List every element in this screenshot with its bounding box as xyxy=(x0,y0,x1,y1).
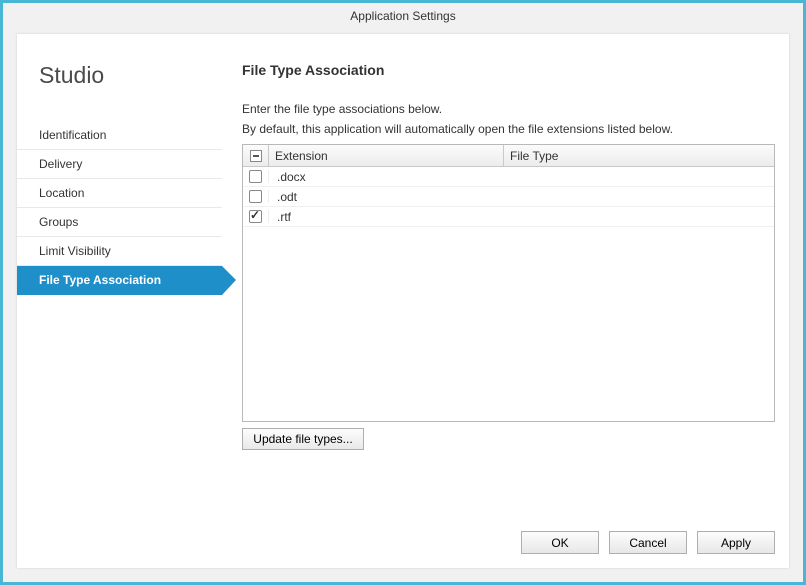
row-checkbox-cell[interactable] xyxy=(243,190,269,203)
sidebar: Studio Identification Delivery Location … xyxy=(17,34,222,568)
row-checkbox-cell[interactable] xyxy=(243,170,269,183)
column-header-label: Extension xyxy=(275,149,328,163)
column-header-filetype[interactable]: File Type xyxy=(504,145,774,166)
sidebar-item-file-type-association[interactable]: File Type Association xyxy=(17,266,222,295)
checkbox-icon xyxy=(249,170,262,183)
file-type-grid: Extension File Type .docx .odt .rtf xyxy=(242,144,775,422)
window-title: Application Settings xyxy=(350,9,455,23)
dialog-button-row: OK Cancel Apply xyxy=(521,531,775,554)
update-file-types-button[interactable]: Update file types... xyxy=(242,428,364,450)
table-row[interactable]: .rtf xyxy=(243,207,774,227)
indeterminate-checkbox-icon xyxy=(250,150,262,162)
sidebar-item-delivery[interactable]: Delivery xyxy=(17,150,222,179)
row-extension: .rtf xyxy=(269,210,504,224)
sidebar-item-label: Limit Visibility xyxy=(39,244,111,258)
table-row[interactable]: .odt xyxy=(243,187,774,207)
sidebar-nav: Identification Delivery Location Groups … xyxy=(17,121,222,295)
sidebar-item-label: Groups xyxy=(39,215,78,229)
sidebar-item-limit-visibility[interactable]: Limit Visibility xyxy=(17,237,222,266)
helper-text-1: Enter the file type associations below. xyxy=(242,102,775,116)
dialog-window: Application Settings Studio Identificati… xyxy=(3,3,803,582)
apply-button[interactable]: Apply xyxy=(697,531,775,554)
row-checkbox-cell[interactable] xyxy=(243,210,269,223)
content-area: Studio Identification Delivery Location … xyxy=(17,34,789,568)
cancel-button[interactable]: Cancel xyxy=(609,531,687,554)
sidebar-item-location[interactable]: Location xyxy=(17,179,222,208)
sidebar-item-identification[interactable]: Identification xyxy=(17,121,222,150)
column-header-label: File Type xyxy=(510,149,558,163)
checkbox-checked-icon xyxy=(249,210,262,223)
sidebar-item-label: Delivery xyxy=(39,157,82,171)
row-extension: .odt xyxy=(269,190,504,204)
main-panel: File Type Association Enter the file typ… xyxy=(242,62,775,554)
row-extension: .docx xyxy=(269,170,504,184)
helper-text-2: By default, this application will automa… xyxy=(242,122,775,136)
checkbox-icon xyxy=(249,190,262,203)
table-row[interactable]: .docx xyxy=(243,167,774,187)
column-header-extension[interactable]: Extension xyxy=(269,145,504,166)
sidebar-item-groups[interactable]: Groups xyxy=(17,208,222,237)
titlebar: Application Settings xyxy=(3,3,803,29)
sidebar-heading: Studio xyxy=(39,62,222,89)
sidebar-item-label: Identification xyxy=(39,128,106,142)
page-title: File Type Association xyxy=(242,62,775,78)
sidebar-item-label: File Type Association xyxy=(39,273,161,287)
column-header-select-all[interactable] xyxy=(243,145,269,166)
ok-button[interactable]: OK xyxy=(521,531,599,554)
grid-header: Extension File Type xyxy=(243,145,774,167)
sidebar-item-label: Location xyxy=(39,186,84,200)
